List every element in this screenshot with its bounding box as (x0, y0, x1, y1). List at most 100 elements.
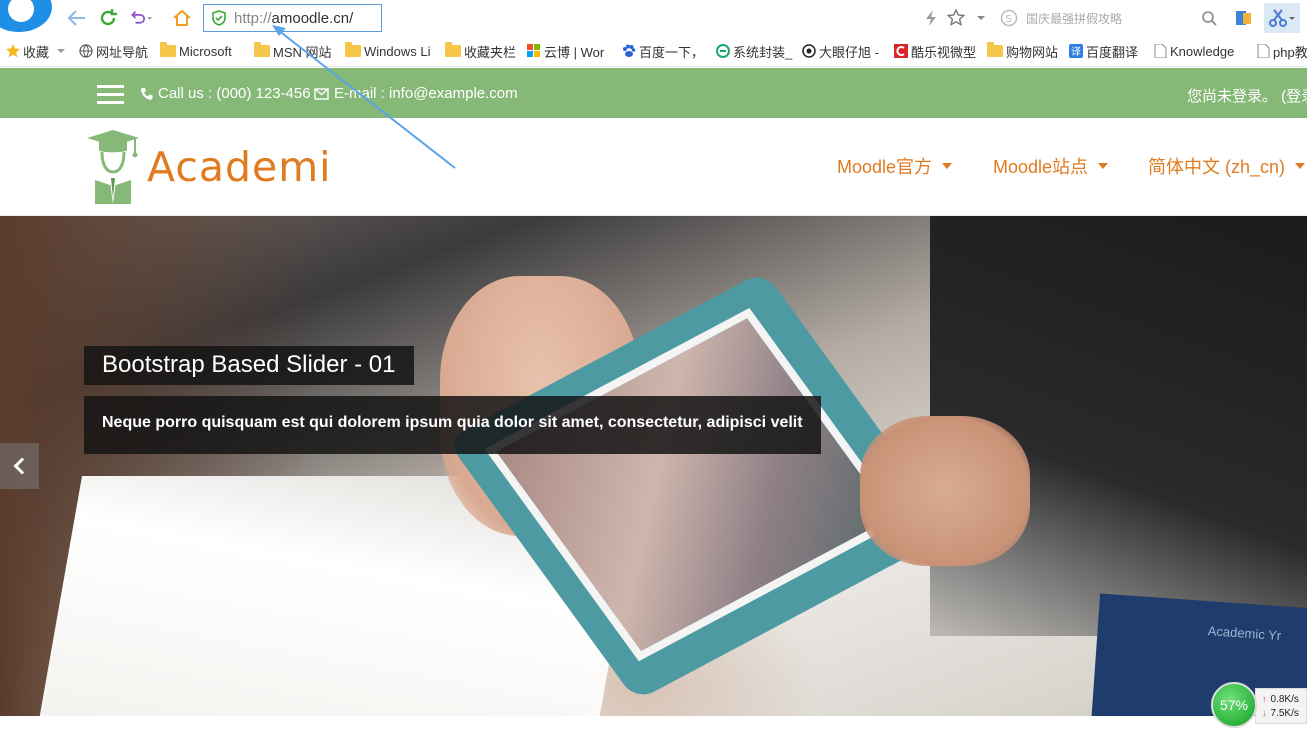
baidu-paw-icon (623, 44, 636, 57)
graduate-logo-icon (87, 130, 139, 204)
site-top-strip: Call us : (000) 123-456 E-mail : info@ex… (0, 68, 1307, 118)
slide-caption: Neque porro quisquam est qui dolorem ips… (84, 396, 821, 454)
bookmark-php[interactable]: php教 (1256, 42, 1307, 61)
home-button[interactable] (171, 7, 193, 29)
speed-panel: ↑ 0.8K/s ↓ 7.5K/s (1255, 688, 1307, 724)
chevron-down-icon (977, 16, 985, 20)
bookmark-label: Knowledge (1170, 43, 1235, 59)
hamburger-line (97, 85, 124, 88)
chevron-down-icon (57, 49, 66, 53)
site-logo[interactable]: Academi (85, 128, 332, 206)
download-speed: 7.5K/s (1270, 707, 1299, 719)
browser-toolbar: http://amoodle.cn/ S 国庆最强拼假攻略 (0, 0, 1307, 36)
speed-mode-button[interactable] (920, 7, 942, 29)
svg-text:S: S (1006, 14, 1012, 25)
search-box[interactable]: S 国庆最强拼假攻略 (1000, 5, 1222, 31)
favorite-button[interactable] (945, 7, 967, 29)
nav-label: Moodle官方 (837, 157, 933, 177)
memory-percent-ball[interactable]: 57% (1211, 682, 1257, 728)
refresh-icon (100, 9, 117, 26)
bookmark-dayanzai[interactable]: 大眼仔旭 - (802, 42, 879, 61)
phone-icon (141, 87, 153, 100)
bookmark-favorites[interactable]: 收藏 (6, 42, 66, 61)
extension-icon (1236, 11, 1251, 25)
menu-toggle-button[interactable] (97, 85, 124, 105)
download-row: ↓ 7.5K/s (1262, 706, 1306, 720)
bookmarks-bar: 收藏 网址导航 Microsoft MSN 网站 Windows Li 收藏夹栏… (0, 36, 1307, 67)
bookmark-baidu[interactable]: 百度一下， (622, 42, 704, 61)
bookmark-xitong[interactable]: 系统封装_ (716, 42, 792, 61)
screenshot-button[interactable] (1264, 3, 1300, 33)
slide-title: Bootstrap Based Slider - 01 (84, 346, 414, 385)
bookmark-label: 百度翻译 (1086, 44, 1139, 60)
bookmark-label: 收藏夹栏 (464, 44, 517, 60)
folder-icon (987, 42, 1003, 57)
upload-speed: 0.8K/s (1270, 693, 1299, 705)
star-outline-icon (947, 9, 965, 27)
hero-slider: Academic Yr Bootstrap Based Slider - 01 … (0, 216, 1307, 716)
email-text: E-mail : info@example.com (334, 85, 518, 102)
caret-down-icon (1295, 163, 1306, 169)
back-arrow-icon (67, 10, 85, 26)
bookmark-folder-microsoft[interactable]: Microsoft (160, 42, 232, 59)
bookmark-label: 网址导航 (96, 44, 149, 60)
svg-text:译: 译 (1071, 46, 1081, 58)
address-url: http://amoodle.cn/ (234, 10, 353, 27)
url-protocol: http:// (234, 9, 272, 27)
globe-icon (79, 44, 93, 58)
bookmark-yunbo[interactable]: 云博 | Wor (527, 42, 604, 61)
nav-moodle-official[interactable]: Moodle官方 (837, 153, 953, 179)
undo-icon (131, 11, 152, 24)
bookmark-folder-shopping[interactable]: 购物网站 (987, 42, 1058, 61)
bookmark-label: 百度一下， (639, 44, 705, 60)
nav-label: 简体中文 (zh_cn) (1148, 157, 1286, 177)
home-icon (173, 9, 191, 26)
contact-phone: Call us : (000) 123-456 (140, 85, 311, 102)
download-arrow-icon: ↓ (1262, 708, 1267, 718)
bookmark-label: php教 (1273, 44, 1307, 60)
upload-row: ↑ 0.8K/s (1262, 692, 1306, 706)
bookmark-label: 系统封装_ (733, 44, 793, 60)
bookmark-fanyi[interactable]: 译 百度翻译 (1069, 42, 1138, 61)
caret-down-icon (1098, 163, 1109, 169)
bookmark-label: 大眼仔旭 - (819, 44, 879, 60)
slider-prev-button[interactable] (0, 443, 39, 489)
undo-close-button[interactable] (130, 7, 152, 29)
folder-icon (445, 42, 461, 57)
bookmark-folder-windows[interactable]: Windows Li (345, 42, 431, 59)
bookmark-nav[interactable]: 网址导航 (79, 42, 148, 61)
slide-image-hand-right (860, 416, 1030, 566)
envelope-icon (314, 87, 329, 100)
browser-logo-icon[interactable] (0, 0, 52, 32)
nav-language[interactable]: 简体中文 (zh_cn) (1148, 153, 1306, 179)
network-speed-widget[interactable]: ↑ 0.8K/s ↓ 7.5K/s 57% (1211, 682, 1307, 732)
bookmark-label: Windows Li (364, 43, 431, 59)
search-button[interactable] (1198, 7, 1220, 29)
phone-text: Call us : (000) 123-456 (158, 85, 311, 102)
site-header: Academi Moodle官方 Moodle站点 简体中文 (zh_cn) (0, 118, 1307, 216)
nav-label: Moodle站点 (993, 157, 1089, 177)
sidebar-toggle-button[interactable] (1233, 7, 1255, 29)
logo-text: Academi (147, 143, 332, 191)
url-host: amoodle.cn/ (271, 9, 354, 27)
scissors-icon (1269, 9, 1295, 27)
bookmark-label: 酷乐视微型 (911, 44, 977, 60)
bookmark-knowledge[interactable]: Knowledge (1153, 44, 1234, 59)
back-button[interactable] (66, 7, 88, 29)
bookmark-kulesi[interactable]: 酷乐视微型 (894, 42, 976, 61)
nav-moodle-sites[interactable]: Moodle站点 (993, 153, 1109, 179)
refresh-button[interactable] (97, 7, 119, 29)
search-icon (1202, 11, 1217, 26)
caret-down-icon (942, 163, 953, 169)
bookmark-label: MSN 网站 (273, 44, 332, 60)
bookmark-label: Microsoft (179, 43, 232, 59)
hamburger-line (97, 93, 124, 96)
bookmark-folder-favbar[interactable]: 收藏夹栏 (445, 42, 516, 61)
address-dropdown-button[interactable] (970, 7, 992, 29)
address-bar[interactable]: http://amoodle.cn/ (203, 4, 382, 32)
bookmark-label: 云博 | Wor (544, 44, 605, 60)
folder-icon (345, 42, 361, 57)
bookmark-folder-msn[interactable]: MSN 网站 (254, 42, 332, 61)
eye-icon (802, 44, 816, 58)
login-link[interactable]: 您尚未登录。 (登录 (1187, 85, 1307, 106)
